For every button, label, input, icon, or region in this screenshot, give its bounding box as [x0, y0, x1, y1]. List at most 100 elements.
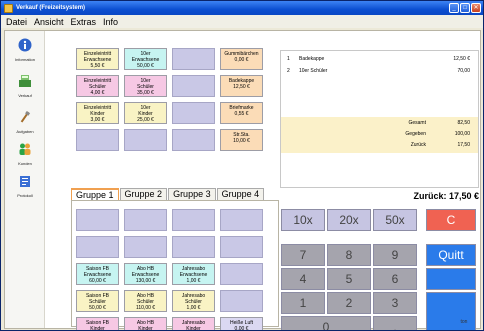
multiplier-10x-button[interactable]: 10x: [281, 209, 325, 231]
empty-tile[interactable]: [76, 209, 119, 231]
group-tile[interactable]: Abo HB Schüler 110,00 €: [124, 290, 167, 312]
sidebar-item-protokoll[interactable]: Protokoll: [5, 173, 45, 203]
group-tile[interactable]: JahresaboKinder1,00 €: [172, 317, 215, 330]
menu-info[interactable]: Info: [103, 17, 118, 27]
window-title: Verkauf (Freizeitsystem): [16, 5, 86, 11]
tile-text: 130,00 €: [135, 278, 156, 284]
numpad-7[interactable]: 7: [281, 244, 325, 266]
empty-tile[interactable]: [172, 75, 215, 97]
numpad-2[interactable]: 2: [327, 292, 371, 314]
receipt-line[interactable]: 1 Badekappe 12,50 €: [281, 54, 478, 65]
numpad-9[interactable]: 9: [373, 244, 417, 266]
customers-icon: [19, 143, 31, 155]
product-tile[interactable]: 10er Schüler 35,00 €: [124, 75, 167, 97]
tab-gruppe-3[interactable]: Gruppe 3: [168, 188, 216, 200]
sidebar-label: Verkauf: [18, 93, 32, 98]
group-tile[interactable]: Saison FB Schüler 50,00 €: [76, 290, 119, 312]
tools-icon: [20, 110, 31, 123]
summary-value: 100,00: [454, 131, 470, 137]
numpad-4[interactable]: 4: [281, 268, 325, 290]
empty-tile[interactable]: [172, 102, 215, 124]
product-tile[interactable]: Einzeleintritt Erwachsene 5,50 €: [76, 48, 119, 70]
menu-ansicht[interactable]: Ansicht: [34, 17, 64, 27]
group-tile[interactable]: Abo HB Erwachsene 130,00 €: [124, 263, 167, 285]
empty-tile[interactable]: [220, 236, 263, 258]
sidebar-item-information[interactable]: Information: [5, 37, 45, 67]
multiplier-20x-button[interactable]: 20x: [327, 209, 371, 231]
product-tile[interactable]: Einzeleintritt Kinder 3,00 €: [76, 102, 119, 124]
enter-button[interactable]: [426, 292, 476, 330]
line-name: Badekappe: [299, 56, 325, 62]
sidebar-item-kunden[interactable]: Kunden: [5, 141, 45, 171]
tile-text: 50,00 €: [137, 63, 154, 69]
status-footer: ton ➜: [460, 319, 473, 325]
sidebar: Information Verkauf Aufgaben Kunden Prot…: [5, 31, 45, 328]
empty-tile[interactable]: [124, 209, 167, 231]
blue-function-button[interactable]: [426, 268, 476, 290]
sidebar-label: Aufgaben: [16, 129, 34, 134]
sidebar-item-aufgaben[interactable]: Aufgaben: [5, 109, 45, 139]
product-tile[interactable]: Briefmarke 0,55 €: [220, 102, 263, 124]
summary-box: Gesamt 82,50 Gegeben 100,00 Zurück 17,50: [281, 117, 478, 153]
app-icon: [4, 3, 13, 13]
group-tile[interactable]: Abo HBKinder70,00 €: [124, 317, 167, 330]
product-tile[interactable]: Badekappe 12,50 €: [220, 75, 263, 97]
product-tile[interactable]: 10er Kinder 25,00 €: [124, 102, 167, 124]
numpad-comma[interactable]: ,: [373, 316, 417, 330]
numpad-5[interactable]: 5: [327, 268, 371, 290]
empty-tile[interactable]: [172, 48, 215, 70]
tab-gruppe-2[interactable]: Gruppe 2: [119, 188, 168, 200]
group-tile[interactable]: Saison FBKinder40,00 €: [76, 317, 119, 331]
empty-tile[interactable]: [76, 236, 119, 258]
summary-label: Zurück: [410, 142, 426, 148]
numpad-3[interactable]: 3: [373, 292, 417, 314]
tile-text: Kinder: [90, 326, 105, 331]
tab-gruppe-4[interactable]: Gruppe 4: [216, 188, 265, 200]
minimize-button[interactable]: _: [449, 3, 459, 13]
tile-text: 0,55 €: [234, 111, 249, 117]
tile-text: 10,00 €: [233, 138, 250, 144]
menu-extras[interactable]: Extras: [71, 17, 97, 27]
multiplier-50x-button[interactable]: 50x: [373, 209, 417, 231]
quitt-button[interactable]: Quitt: [426, 244, 476, 266]
summary-change: Zurück 17,50: [281, 140, 478, 151]
numpad-6[interactable]: 6: [373, 268, 417, 290]
close-button[interactable]: ✕: [471, 3, 481, 13]
line-name: 10er Schüler: [299, 68, 328, 74]
clear-button[interactable]: C: [426, 209, 476, 231]
receipt-line[interactable]: 2 10er Schüler 70,00: [281, 66, 478, 77]
group-tile[interactable]: Jahresabo Erwachsene 1,00 €: [172, 263, 215, 285]
info-icon: [18, 38, 32, 52]
group-tile[interactable]: Jahresabo Schüler 1,00 €: [172, 290, 215, 312]
group-tile[interactable]: Saison FB Erwachsene 60,00 €: [76, 263, 119, 285]
empty-tile[interactable]: [220, 209, 263, 231]
empty-tile[interactable]: [172, 129, 215, 151]
numpad-0[interactable]: 0: [281, 316, 371, 330]
tile-text: 3,00 €: [90, 117, 105, 123]
receipt-list: 1 Badekappe 12,50 € 2 10er Schüler 70,00…: [280, 50, 479, 188]
summary-total: Gesamt 82,50: [281, 118, 478, 129]
empty-tile[interactable]: [124, 236, 167, 258]
empty-tile[interactable]: [172, 236, 215, 258]
empty-tile[interactable]: [76, 129, 119, 151]
empty-tile[interactable]: [220, 290, 263, 312]
product-tile[interactable]: Gummibärchen 0,00 €: [220, 48, 263, 70]
group-tile[interactable]: Heiße Luft 0,00 €: [220, 317, 263, 330]
line-amount: 12,50 €: [453, 56, 470, 62]
product-tile[interactable]: Einzeleintritt Schüler 4,00 €: [76, 75, 119, 97]
product-tile[interactable]: Str.Sta. 10,00 €: [220, 129, 263, 151]
sidebar-label: Information: [14, 57, 35, 62]
numpad-1[interactable]: 1: [281, 292, 325, 314]
maximize-button[interactable]: □: [460, 3, 470, 13]
product-tile[interactable]: 10er Erwachsene 50,00 €: [124, 48, 167, 70]
menu-datei[interactable]: Datei: [6, 17, 27, 27]
title-bar: Verkauf (Freizeitsystem) _ □ ✕: [1, 1, 483, 15]
numpad-8[interactable]: 8: [327, 244, 371, 266]
sidebar-item-verkauf[interactable]: Verkauf: [5, 73, 45, 103]
empty-tile[interactable]: [172, 209, 215, 231]
change-display: Zurück: 17,50 €: [413, 191, 479, 201]
empty-tile[interactable]: [220, 263, 263, 285]
line-number: 2: [287, 68, 290, 74]
cash-register-icon: [19, 75, 31, 87]
empty-tile[interactable]: [124, 129, 167, 151]
